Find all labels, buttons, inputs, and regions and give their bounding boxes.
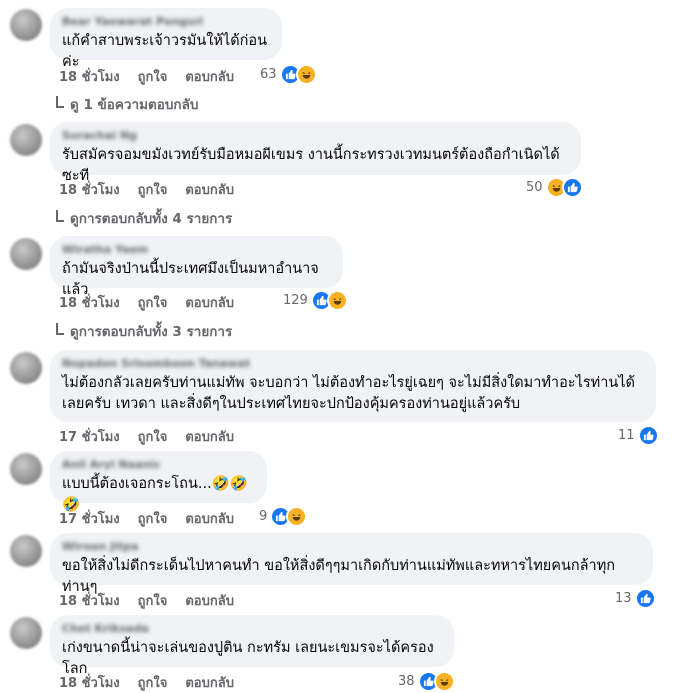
reply-arrow-icon (56, 323, 64, 335)
reaction-icons (310, 290, 348, 311)
comment-bubble: Nopadon Srisomboon Tanawat ไม่ต้องกลัวเล… (50, 350, 656, 422)
laughing-face-icon (326, 290, 348, 311)
reaction-count: 63 (260, 67, 277, 82)
like-button[interactable]: ถูกใจ (138, 66, 168, 87)
reaction-summary[interactable]: 9 (259, 506, 308, 527)
reply-button[interactable]: ตอบกลับ (185, 508, 234, 529)
timestamp[interactable]: 17 ชั่วโมง (59, 426, 120, 447)
laughing-face-icon (295, 64, 317, 85)
comment-author[interactable]: Wiratha Yaem (62, 243, 331, 257)
reaction-count: 129 (283, 293, 308, 308)
thumbs-up-icon (634, 588, 656, 609)
reply-button[interactable]: ตอบกลับ (185, 66, 234, 87)
comment-bubble: Wiratha Yaem ถ้ามันจริงป่านนี้ประเทศมึงเ… (50, 236, 343, 298)
avatar[interactable] (10, 352, 42, 384)
timestamp[interactable]: 18 ชั่วโมง (59, 66, 120, 87)
reaction-summary[interactable]: 129 (283, 290, 348, 311)
comment-author[interactable]: Bear Yaowarat Pongsri (62, 15, 270, 29)
comment-actions: 18 ชั่วโมง ถูกใจ ตอบกลับ (59, 66, 234, 87)
reaction-summary[interactable]: 11 (618, 425, 659, 446)
comment-actions: 18 ชั่วโมง ถูกใจ ตอบกลับ (59, 179, 234, 200)
comment-bubble: Bear Yaowarat Pongsri แก้คำสาบพระเจ้าวรม… (50, 8, 282, 70)
reaction-icons (270, 506, 308, 527)
reaction-count: 13 (615, 591, 632, 606)
avatar[interactable] (10, 617, 42, 649)
timestamp[interactable]: 17 ชั่วโมง (59, 508, 120, 529)
comment-bubble: Chet Kriksada เก่งขนาดนี้น่าจะเล่นของปูต… (50, 615, 454, 677)
comment-bubble: Surachai Ng รับสมัครจอมขมังเวทย์รับมือหม… (50, 122, 581, 184)
view-replies-link[interactable]: ดูการตอบกลับทั้ง 3 รายการ (56, 320, 232, 342)
timestamp[interactable]: 18 ชั่วโมง (59, 179, 120, 200)
reaction-count: 9 (259, 509, 268, 524)
like-button[interactable]: ถูกใจ (138, 508, 168, 529)
reaction-icons (545, 177, 583, 198)
reaction-icons (637, 425, 659, 446)
reaction-summary[interactable]: 13 (615, 588, 656, 609)
reaction-summary[interactable]: 63 (260, 64, 317, 85)
comment-author[interactable]: Anil Aryl Naanic (62, 458, 255, 472)
reply-button[interactable]: ตอบกลับ (185, 292, 234, 313)
reaction-count: 50 (526, 180, 543, 195)
reply-button[interactable]: ตอบกลับ (185, 590, 234, 611)
reply-arrow-icon (56, 96, 64, 108)
comment-author[interactable]: Wiroon Jitpa (62, 540, 641, 554)
like-button[interactable]: ถูกใจ (138, 590, 168, 611)
reaction-summary[interactable]: 50 (526, 177, 583, 198)
comment-bubble: Wiroon Jitpa ขอให้สิ่งไม่ดีกระเด็นไปหาคน… (50, 533, 653, 595)
thumbs-up-icon (637, 425, 659, 446)
timestamp[interactable]: 18 ชั่วโมง (59, 590, 120, 611)
comment-actions: 18 ชั่วโมง ถูกใจ ตอบกลับ (59, 292, 234, 313)
comment-bubble: Anil Aryl Naanic แบบนี้ต้องเจอกระโถน...🤣… (50, 451, 267, 513)
avatar[interactable] (10, 535, 42, 567)
avatar[interactable] (10, 124, 42, 156)
timestamp[interactable]: 18 ชั่วโมง (59, 292, 120, 313)
comment-author[interactable]: Chet Kriksada (62, 622, 442, 636)
comment-actions: 18 ชั่วโมง ถูกใจ ตอบกลับ (59, 590, 234, 611)
view-replies-link[interactable]: ดูการตอบกลับทั้ง 4 รายการ (56, 207, 232, 229)
reaction-icons (417, 671, 455, 692)
reaction-icons (279, 64, 317, 85)
reaction-count: 11 (618, 428, 635, 443)
reply-button[interactable]: ตอบกลับ (185, 426, 234, 447)
view-replies-link[interactable]: ดู 1 ข้อความตอบกลับ (56, 93, 198, 115)
avatar[interactable] (10, 453, 42, 485)
comment-author[interactable]: Nopadon Srisomboon Tanawat (62, 357, 644, 371)
laughing-face-icon (433, 671, 455, 692)
like-button[interactable]: ถูกใจ (138, 292, 168, 313)
comment-actions: 17 ชั่วโมง ถูกใจ ตอบกลับ (59, 508, 234, 529)
like-button[interactable]: ถูกใจ (138, 179, 168, 200)
comment-actions: 17 ชั่วโมง ถูกใจ ตอบกลับ (59, 426, 234, 447)
reply-arrow-icon (56, 210, 64, 222)
reaction-count: 38 (398, 674, 415, 689)
like-button[interactable]: ถูกใจ (138, 426, 168, 447)
comment-text: ไม่ต้องกลัวเลยครับท่านแม่ทัพ จะบอกว่า ไม… (62, 375, 635, 412)
comment-author[interactable]: Surachai Ng (62, 129, 569, 143)
reaction-icons (634, 588, 656, 609)
reaction-summary[interactable]: 38 (398, 671, 455, 692)
thumbs-up-icon (561, 177, 583, 198)
avatar[interactable] (10, 238, 42, 270)
reply-button[interactable]: ตอบกลับ (185, 179, 234, 200)
laughing-face-icon (286, 506, 308, 527)
avatar[interactable] (10, 9, 42, 41)
